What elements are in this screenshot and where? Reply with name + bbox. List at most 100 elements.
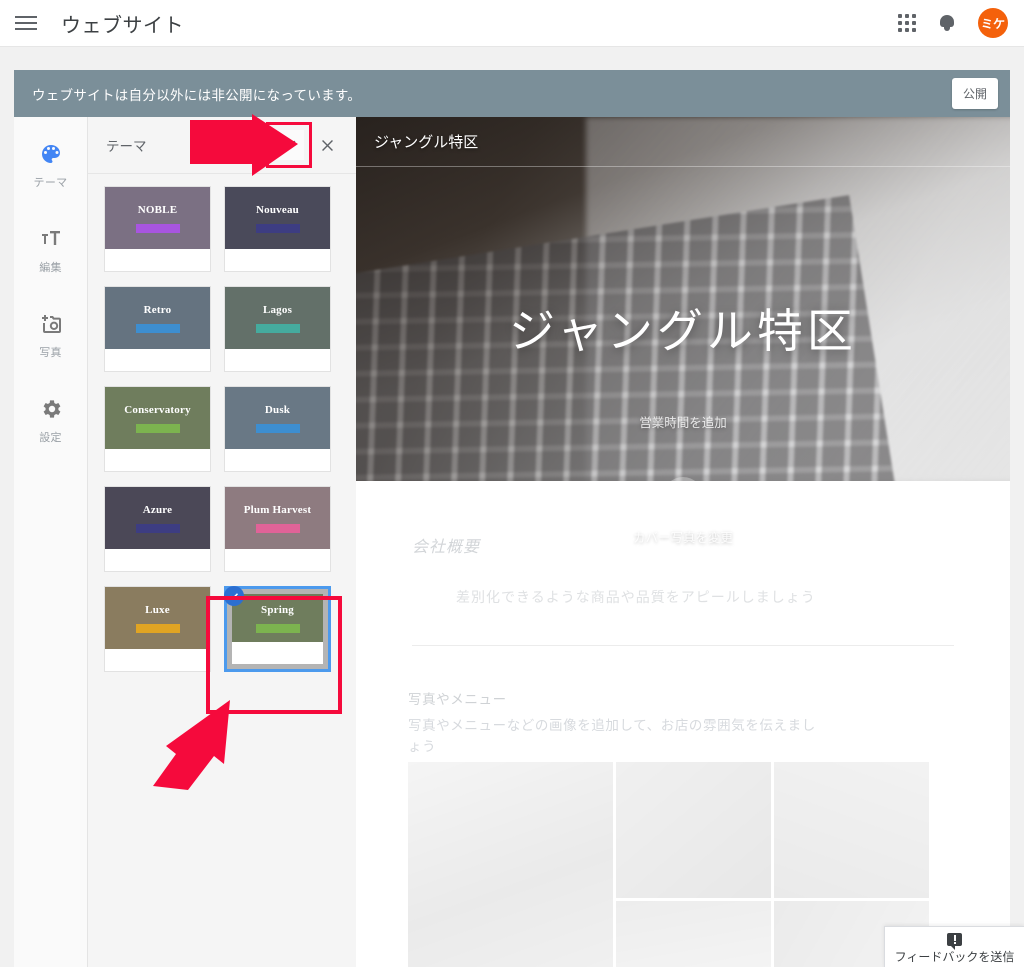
palette-icon bbox=[38, 141, 64, 167]
check-circle-icon bbox=[224, 586, 244, 606]
sidebar-item-theme-label: テーマ bbox=[33, 177, 68, 189]
hamburger-menu-icon[interactable] bbox=[15, 15, 37, 31]
send-feedback-button[interactable]: フィードバックを送信 bbox=[884, 926, 1024, 967]
website-editor-screen: ウェブサイト ミケ ウェブサイトは自分以外には非公開になっています。 公開 テー… bbox=[0, 0, 1024, 967]
bell-icon[interactable] bbox=[938, 13, 956, 33]
theme-card-footer bbox=[105, 249, 210, 271]
mosaic-tile bbox=[616, 762, 771, 898]
theme-panel-title: テーマ bbox=[106, 139, 147, 154]
theme-name-label: Dusk bbox=[264, 403, 291, 416]
theme-card-azure[interactable]: Azure bbox=[104, 486, 211, 572]
add-business-hours-link[interactable]: 営業時間を追加 bbox=[356, 412, 1010, 431]
theme-accent-bar bbox=[135, 523, 180, 533]
theme-card-conservatory[interactable]: Conservatory bbox=[104, 386, 211, 472]
theme-card-nouveau[interactable]: Nouveau bbox=[224, 186, 331, 272]
theme-card-footer bbox=[225, 449, 330, 471]
theme-panel-actions bbox=[266, 122, 342, 168]
theme-card-footer bbox=[105, 549, 210, 571]
theme-accent-bar bbox=[255, 323, 300, 333]
theme-card-inner: Dusk bbox=[225, 387, 330, 471]
theme-card-luxe[interactable]: Luxe bbox=[104, 586, 211, 672]
photos-text: 写真やメニューなどの画像を追加して、お店の雰囲気を伝えましょう bbox=[408, 718, 816, 754]
checkmark-icon bbox=[282, 140, 296, 151]
hero-section: ジャングル特区 ジャングル特区 営業時間を追加 bbox=[356, 117, 1010, 481]
theme-accent-bar bbox=[255, 423, 300, 433]
change-cover-photo-button[interactable]: カバー写真を変更 bbox=[356, 477, 1010, 546]
about-text[interactable]: 差別化できるような商品や品質をアピールしましょう bbox=[412, 587, 954, 607]
theme-card-footer bbox=[225, 349, 330, 371]
sidebar-item-theme[interactable]: テーマ bbox=[14, 135, 88, 196]
theme-card-footer bbox=[232, 642, 323, 664]
app-bar-actions: ミケ bbox=[898, 8, 1008, 38]
theme-accent-bar bbox=[135, 423, 180, 433]
theme-card-spring[interactable]: Spring bbox=[224, 586, 331, 672]
theme-card-inner: Lagos bbox=[225, 287, 330, 371]
theme-preview-swatch: Dusk bbox=[225, 387, 330, 449]
close-x-icon bbox=[321, 139, 333, 151]
theme-card-inner: NOBLE bbox=[105, 187, 210, 271]
gear-icon bbox=[38, 396, 64, 422]
avatar[interactable]: ミケ bbox=[978, 8, 1008, 38]
theme-panel: テーマ NOBLE Nouveau Retro Lagos Conservatory Du… bbox=[88, 117, 356, 967]
sidebar-item-photo-label: 写真 bbox=[39, 347, 62, 359]
sidebar-item-settings-label: 設定 bbox=[39, 432, 62, 444]
send-feedback-label: フィードバックを送信 bbox=[894, 949, 1015, 964]
mosaic-tile bbox=[774, 762, 929, 898]
theme-name-label: NOBLE bbox=[137, 203, 178, 216]
theme-card-lagos[interactable]: Lagos bbox=[224, 286, 331, 372]
theme-accent-bar bbox=[255, 523, 300, 533]
theme-card-noble[interactable]: NOBLE bbox=[104, 186, 211, 272]
theme-card-inner: Azure bbox=[105, 487, 210, 571]
apps-grid-icon[interactable] bbox=[898, 14, 916, 32]
site-nav-title: ジャングル特区 bbox=[374, 135, 479, 151]
photos-heading: 写真やメニュー bbox=[408, 692, 507, 707]
theme-preview-swatch: Lagos bbox=[225, 287, 330, 349]
theme-card-dusk[interactable]: Dusk bbox=[224, 386, 331, 472]
mosaic-tile bbox=[408, 762, 613, 967]
banner-message: ウェブサイトは自分以外には非公開になっています。 bbox=[32, 87, 362, 103]
theme-preview-swatch: Spring bbox=[232, 594, 323, 642]
sidebar-item-edit[interactable]: 編集 bbox=[14, 220, 88, 281]
editor-sidebar: テーマ 編集 写真 設定 bbox=[14, 117, 88, 967]
theme-card-inner: Nouveau bbox=[225, 187, 330, 271]
publish-button[interactable]: 公開 bbox=[951, 78, 998, 109]
site-hero-title: ジャングル特区 bbox=[509, 306, 857, 357]
theme-preview-swatch: Retro bbox=[105, 287, 210, 349]
theme-preview-swatch: Luxe bbox=[105, 587, 210, 649]
theme-card-inner: Luxe bbox=[105, 587, 210, 671]
theme-accent-bar bbox=[135, 623, 180, 633]
theme-preview-swatch: Azure bbox=[105, 487, 210, 549]
theme-name-label: Luxe bbox=[145, 603, 170, 616]
theme-card-footer bbox=[225, 249, 330, 271]
theme-name-label: Azure bbox=[142, 503, 173, 516]
site-nav: ジャングル特区 bbox=[356, 117, 1010, 167]
theme-name-label: Spring bbox=[261, 603, 294, 616]
theme-name-label: Retro bbox=[143, 303, 172, 316]
theme-card-inner: Spring bbox=[232, 594, 323, 664]
theme-accent-bar bbox=[255, 223, 300, 233]
confirm-theme-button[interactable] bbox=[266, 122, 312, 168]
theme-card-retro[interactable]: Retro bbox=[104, 286, 211, 372]
site-preview: ジャングル特区 ジャングル特区 営業時間を追加 カバー写真を変更 会社概要 差別… bbox=[356, 117, 1010, 967]
theme-preview-swatch: Plum Harvest bbox=[225, 487, 330, 549]
theme-name-label: Lagos bbox=[262, 303, 293, 316]
close-theme-panel-button[interactable] bbox=[312, 130, 342, 160]
theme-card-footer bbox=[225, 549, 330, 571]
theme-card-inner: Plum Harvest bbox=[225, 487, 330, 571]
sidebar-item-settings[interactable]: 設定 bbox=[14, 390, 88, 451]
image-icon bbox=[663, 477, 703, 517]
theme-name-label: Conservatory bbox=[124, 403, 191, 416]
theme-preview-swatch: Conservatory bbox=[105, 387, 210, 449]
theme-preview-swatch: NOBLE bbox=[105, 187, 210, 249]
change-cover-photo-label: カバー写真を変更 bbox=[632, 531, 733, 545]
theme-card-footer bbox=[105, 649, 210, 671]
sidebar-item-edit-label: 編集 bbox=[39, 262, 62, 274]
theme-accent-bar bbox=[135, 323, 180, 333]
theme-card-inner: Conservatory bbox=[105, 387, 210, 471]
feedback-exclamation-icon bbox=[947, 932, 962, 950]
theme-name-label: Plum Harvest bbox=[243, 503, 312, 516]
text-format-icon bbox=[38, 226, 64, 252]
theme-card-plum-harvest[interactable]: Plum Harvest bbox=[224, 486, 331, 572]
mosaic-tile bbox=[616, 901, 771, 967]
sidebar-item-photo[interactable]: 写真 bbox=[14, 305, 88, 366]
